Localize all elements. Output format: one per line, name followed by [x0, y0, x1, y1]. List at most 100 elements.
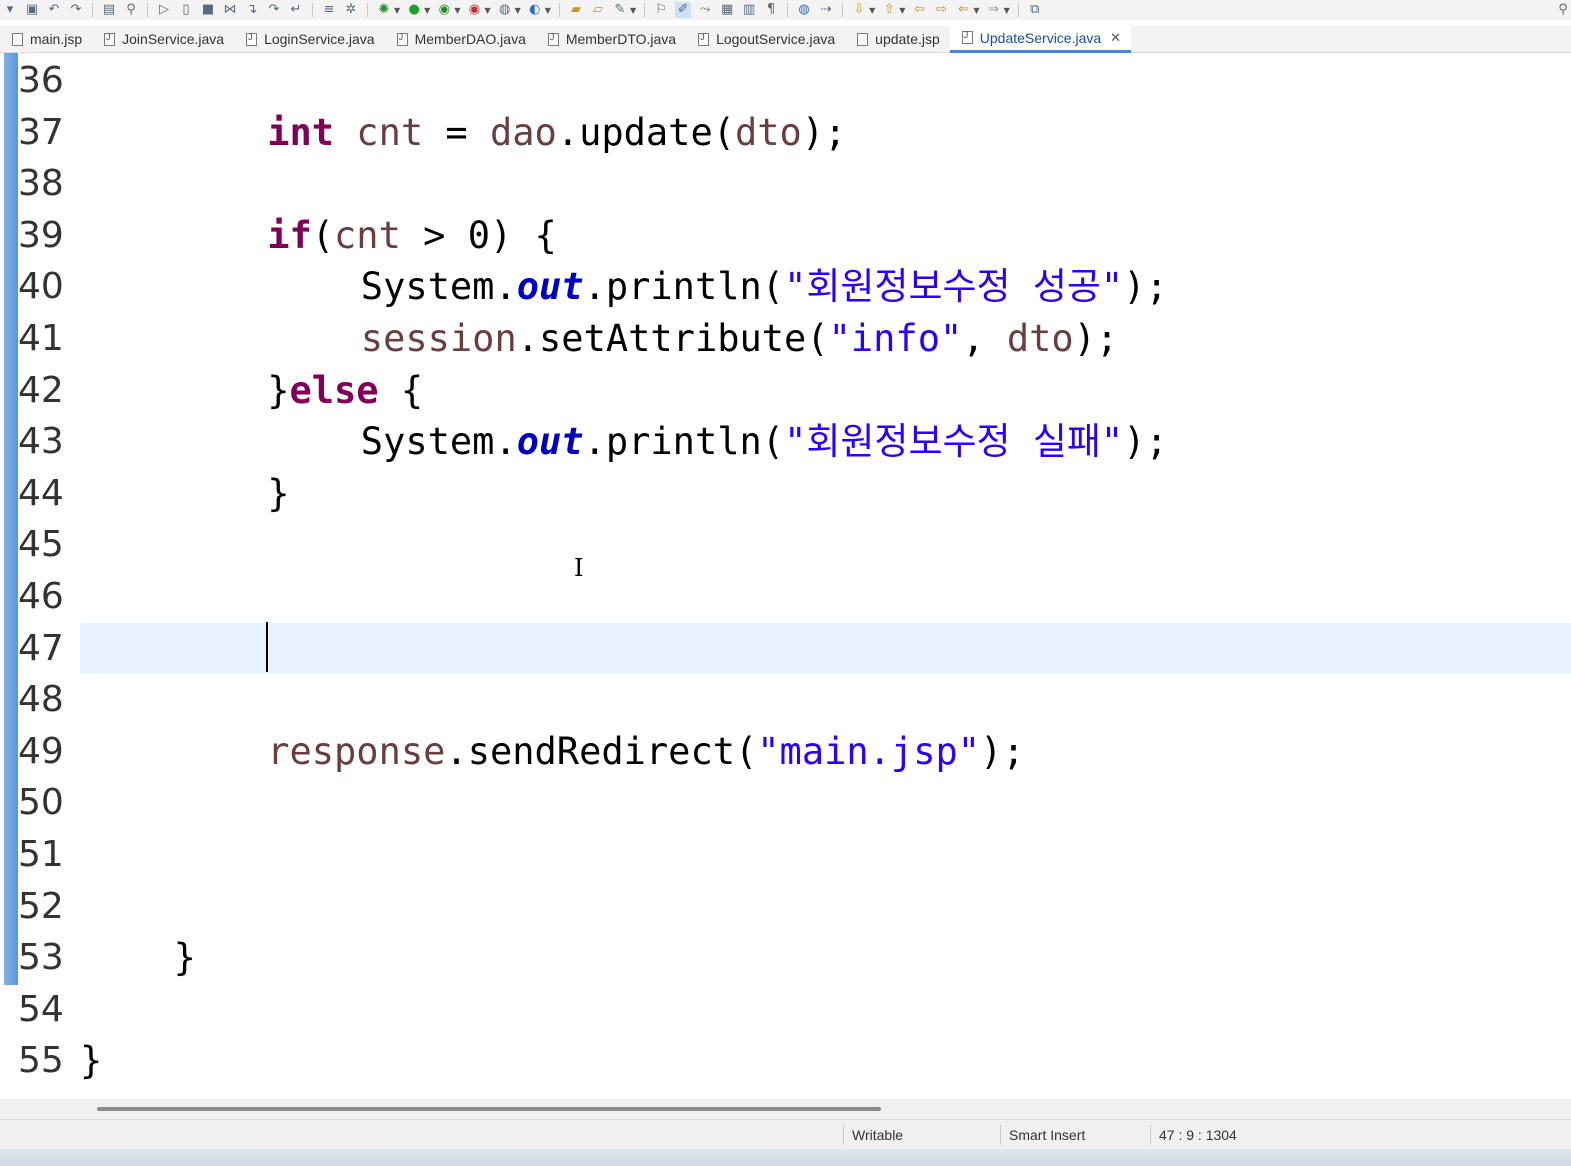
chevron-down-icon[interactable]: ▼ [973, 6, 979, 15]
highlight-icon[interactable]: ⚐ [653, 2, 669, 18]
chevron-down-icon[interactable]: ▼ [515, 6, 521, 15]
undo-icon[interactable]: ↶ [46, 2, 62, 18]
code-line[interactable]: if(cnt > 0) { [0, 210, 1571, 262]
back-arrow-icon[interactable]: ⇐ [955, 2, 971, 18]
line-number: 54 [18, 988, 64, 1030]
chevron-down-icon[interactable]: ▼ [545, 6, 551, 15]
step-return-icon[interactable]: ↵ [288, 2, 304, 18]
chevron-down-icon[interactable]: ▼ [424, 6, 430, 15]
code-line[interactable]: } [0, 468, 1571, 520]
new-window-icon[interactable]: ⧉ [1027, 2, 1043, 18]
list-icon[interactable]: ▥ [741, 2, 757, 18]
jsp-file-icon [12, 32, 23, 46]
format-icon[interactable]: ≡ [321, 2, 337, 18]
tab-update-service[interactable]: UpdateService.java ✕ [949, 25, 1132, 53]
chevron-down-icon[interactable]: ▼ [630, 6, 636, 15]
run-icon[interactable]: ● [406, 2, 422, 18]
annotation-icon[interactable]: ✐ [675, 2, 692, 18]
line-number: 52 [18, 885, 64, 927]
tab-main-jsp[interactable]: main.jsp [0, 26, 92, 53]
tab-member-dao[interactable]: MemberDAO.java [385, 26, 536, 53]
toolbar-separator [558, 3, 560, 17]
step-over-icon[interactable]: ↷ [266, 2, 282, 18]
save-all-icon[interactable]: ▣ [24, 2, 40, 18]
scrollbar-thumb[interactable] [97, 1107, 881, 1111]
code-text: session.setAttribute("info", dto); [360, 317, 1119, 360]
close-icon[interactable]: ✕ [1110, 30, 1121, 46]
quick-access-search-icon[interactable]: ⚲ [1555, 2, 1571, 18]
code-line[interactable]: System.out.println("회원정보수정 실패"); [0, 416, 1571, 468]
current-line-highlight [80, 622, 1571, 675]
tab-join-service[interactable]: JoinService.java [92, 26, 234, 53]
code-line[interactable]: }else { [0, 365, 1571, 417]
code-line[interactable]: System.out.println("회원정보수정 성공"); [0, 261, 1571, 313]
chevron-down-icon[interactable]: ▼ [484, 6, 490, 15]
redo-icon[interactable]: ↷ [68, 2, 84, 18]
chevron-down-icon[interactable]: ▼ [454, 6, 460, 15]
java-file-icon [246, 32, 258, 46]
run-config-icon[interactable]: ◉ [436, 2, 452, 18]
forward-icon[interactable]: ⇨ [933, 2, 949, 18]
bug-icon[interactable]: ✺ [376, 2, 392, 18]
forward-arrow-icon[interactable]: ⇒ [986, 2, 1002, 18]
resume-icon[interactable]: ▷ [156, 2, 172, 18]
tab-label: main.jsp [30, 31, 83, 47]
toolbar-separator [92, 3, 93, 17]
status-bar: Writable Smart Insert 47 : 9 : 1304 [0, 1119, 1571, 1149]
chevron-down-icon[interactable]: ▼ [1004, 6, 1010, 15]
horizontal-scrollbar[interactable] [0, 1099, 1571, 1119]
tab-login-service[interactable]: LoginService.java [234, 26, 385, 53]
code-line[interactable]: session.setAttribute("info", dto); [0, 313, 1571, 365]
new-server-icon[interactable]: ◍ [497, 2, 513, 18]
chevron-down-icon[interactable]: ▼ [394, 6, 400, 15]
tab-update-jsp[interactable]: update.jsp [845, 26, 950, 53]
prev-annotation-icon[interactable]: ⇧ [881, 2, 897, 18]
line-number: 45 [18, 524, 64, 566]
nav-icon[interactable]: ⇢ [818, 2, 834, 18]
jsp-file-icon [857, 32, 869, 46]
code-text: } [173, 936, 196, 980]
line-number: 50 [18, 782, 64, 824]
chevron-down-icon[interactable]: ▼ [899, 6, 905, 15]
tab-logout-service[interactable]: LogoutService.java [686, 26, 845, 53]
pin-icon[interactable]: ✎ [612, 2, 628, 18]
next-annotation-icon[interactable]: ⇩ [851, 2, 867, 18]
pilcrow-icon[interactable]: ¶ [763, 2, 779, 18]
line-number: 36 [18, 60, 64, 101]
chevron-down-icon[interactable]: ▼ [869, 6, 875, 15]
code-line[interactable]: } [0, 1035, 1571, 1087]
terminate-icon[interactable]: ■ [200, 2, 216, 18]
new-java-icon[interactable]: ◐ [527, 2, 543, 18]
code-text: } [80, 1039, 103, 1083]
console-icon[interactable]: ▤ [101, 2, 117, 18]
toolbar-separator [787, 3, 789, 17]
status-cursor-position: 47 : 9 : 1304 [1150, 1125, 1237, 1145]
disconnect-icon[interactable]: ⋈ [222, 2, 238, 18]
suspend-icon[interactable]: ▯ [178, 2, 194, 18]
java-file-icon [396, 32, 408, 46]
task-icon[interactable]: ⤳ [697, 2, 713, 18]
step-into-icon[interactable]: ↴ [244, 2, 260, 18]
code-text: int cnt = dao.update(dto); [267, 110, 847, 154]
open-folder-icon[interactable]: ▰ [568, 2, 584, 18]
tab-member-dto[interactable]: MemberDTO.java [536, 26, 686, 53]
open-type-icon[interactable]: ▱ [590, 2, 606, 18]
save-icon[interactable]: ▾ [2, 2, 18, 18]
toolbar-separator [312, 3, 313, 17]
code-line[interactable]: } [0, 932, 1571, 984]
back-icon[interactable]: ⇦ [911, 2, 927, 18]
code-text: System.out.println("회원정보수정 실패"); [360, 420, 1168, 464]
tab-label: update.jsp [875, 31, 940, 47]
code-editor[interactable]: 36 37 int cnt = dao.update(dto); 38 39 if(cnt… [0, 53, 1571, 1103]
text-caret [266, 622, 268, 672]
globe-icon[interactable]: ◍ [796, 2, 812, 18]
code-line[interactable]: response.sendRedirect("main.jsp"); [0, 726, 1571, 778]
code-line[interactable]: int cnt = dao.update(dto); [0, 107, 1571, 159]
external-tools-icon[interactable]: ◉ [466, 2, 482, 18]
toolbar-separator [147, 3, 148, 17]
debug-icon[interactable]: ✲ [343, 2, 359, 18]
search-icon[interactable]: ⚲ [123, 2, 139, 18]
line-number: 46 [18, 576, 64, 617]
outline-icon[interactable]: ▦ [719, 2, 735, 18]
tab-label: JoinService.java [122, 31, 225, 47]
